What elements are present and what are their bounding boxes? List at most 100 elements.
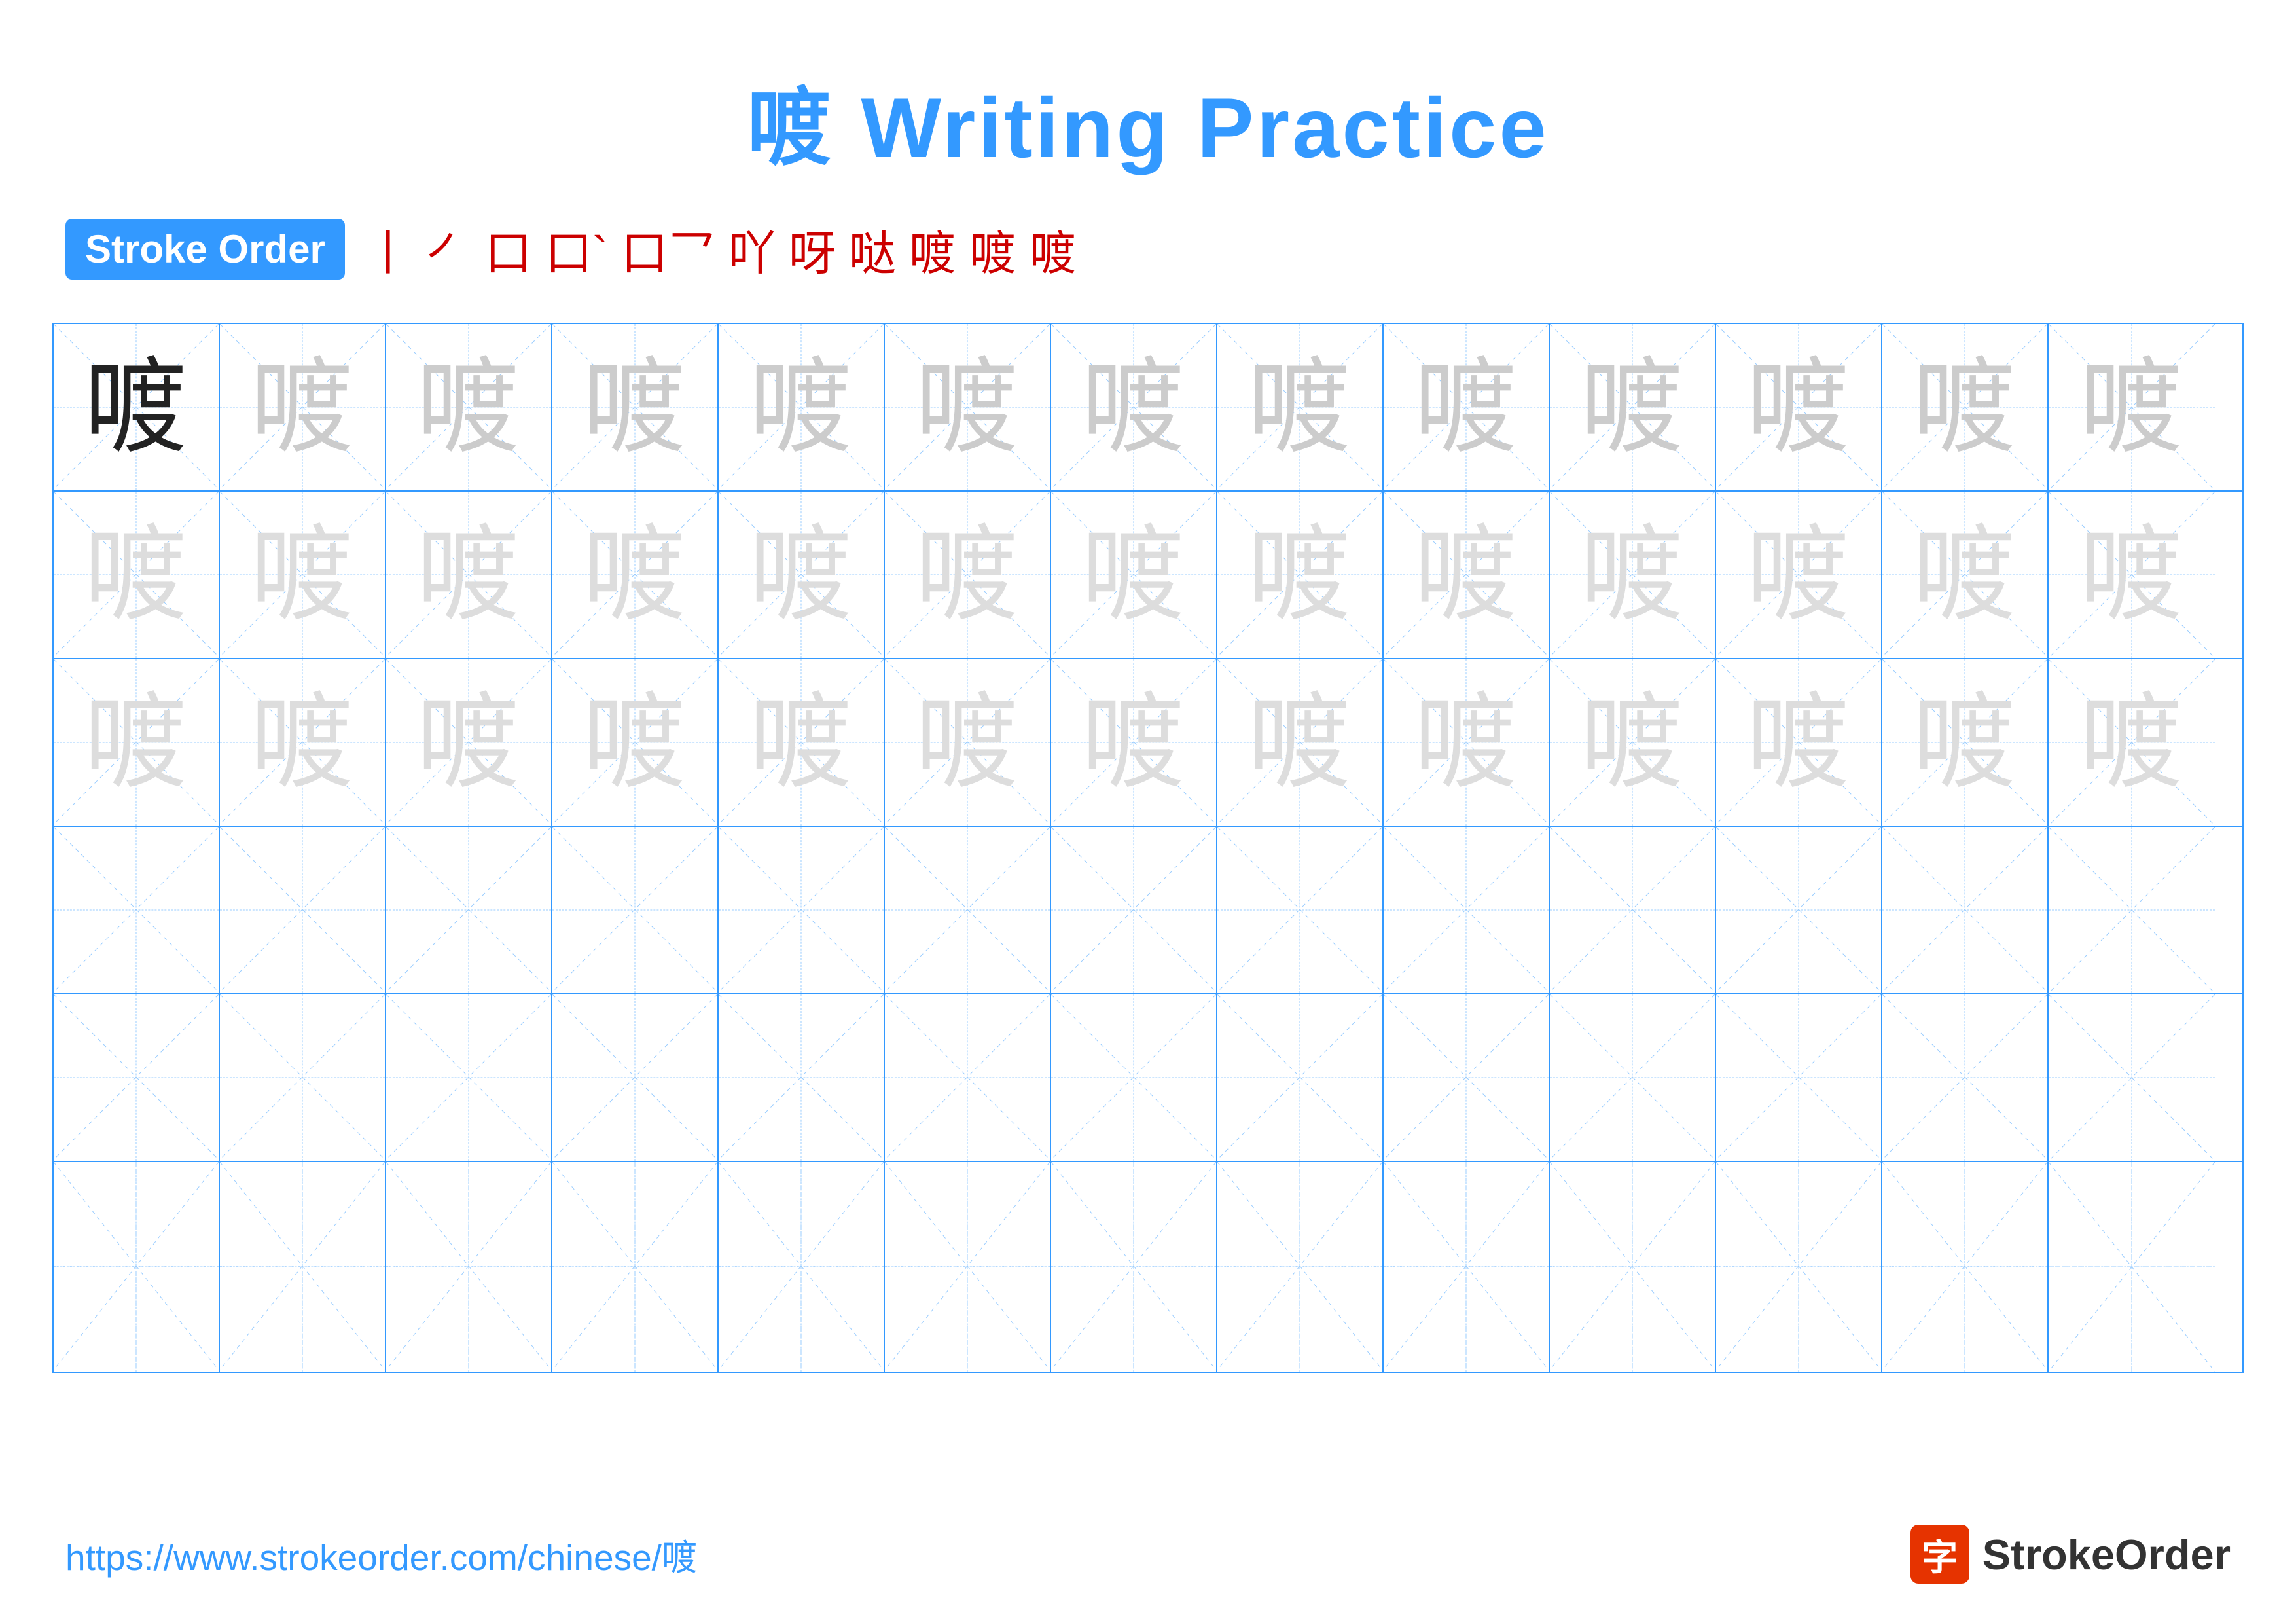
grid-row-6 — [54, 1162, 2242, 1372]
grid-cell-2-7: 喥 — [1051, 492, 1217, 658]
grid-cell-2-5: 喥 — [719, 492, 885, 658]
grid-cell-4-4 — [552, 827, 719, 993]
grid-cell-6-13 — [2049, 1162, 2215, 1372]
grid-cell-4-7 — [1051, 827, 1217, 993]
grid-cell-3-9: 喥 — [1384, 659, 1550, 826]
stroke-step-4: 口` — [545, 215, 608, 283]
grid-cell-4-9 — [1384, 827, 1550, 993]
grid-cell-5-8 — [1217, 994, 1384, 1161]
grid-cell-2-4: 喥 — [552, 492, 719, 658]
grid-cell-5-9 — [1384, 994, 1550, 1161]
stroke-step-5: 口乛 — [621, 215, 715, 283]
grid-cell-1-9: 喥 — [1384, 324, 1550, 490]
stroke-step-9: 喥 — [909, 215, 956, 283]
footer-logo: 字 StrokeOrder — [1910, 1525, 2231, 1584]
grid-cell-3-5: 喥 — [719, 659, 885, 826]
grid-row-1: 喥 喥 喥 喥 — [54, 324, 2242, 492]
grid-cell-2-13: 喥 — [2049, 492, 2215, 658]
grid-cell-4-13 — [2049, 827, 2215, 993]
grid-cell-6-8 — [1217, 1162, 1384, 1372]
grid-cell-6-1 — [54, 1162, 220, 1372]
footer-logo-icon: 字 — [1910, 1525, 1969, 1584]
char-model: 喥 — [84, 355, 188, 460]
grid-cell-4-2 — [220, 827, 386, 993]
stroke-step-8: 哒 — [849, 215, 896, 283]
grid-cell-4-10 — [1550, 827, 1716, 993]
grid-cell-2-6: 喥 — [885, 492, 1051, 658]
grid-cell-2-9: 喥 — [1384, 492, 1550, 658]
grid-cell-3-7: 喥 — [1051, 659, 1217, 826]
stroke-step-10: 喥 — [969, 215, 1016, 283]
stroke-step-11: 喥 — [1030, 215, 1077, 283]
grid-cell-5-4 — [552, 994, 719, 1161]
grid-cell-1-13: 喥 — [2049, 324, 2215, 490]
grid-cell-5-10 — [1550, 994, 1716, 1161]
grid-cell-1-3: 喥 — [386, 324, 552, 490]
stroke-step-2: ㇒ — [425, 215, 472, 283]
grid-cell-5-5 — [719, 994, 885, 1161]
stroke-step-3: 口 — [485, 215, 532, 283]
stroke-sequence: 丨 ㇒ 口 口` 口乛 吖 呀 哒 喥 喥 喥 — [365, 215, 1077, 283]
grid-cell-5-13 — [2049, 994, 2215, 1161]
grid-row-3: 喥 喥 喥 喥 — [54, 659, 2242, 827]
grid-cell-3-6: 喥 — [885, 659, 1051, 826]
stroke-order-row: Stroke Order 丨 ㇒ 口 口` 口乛 吖 呀 哒 喥 喥 喥 — [0, 182, 2296, 303]
grid-cell-3-12: 喥 — [1882, 659, 2049, 826]
grid-row-2: 喥 喥 喥 喥 — [54, 492, 2242, 659]
grid-cell-3-2: 喥 — [220, 659, 386, 826]
grid-cell-4-3 — [386, 827, 552, 993]
grid-cell-1-10: 喥 — [1550, 324, 1716, 490]
grid-cell-3-4: 喥 — [552, 659, 719, 826]
grid-cell-4-11 — [1716, 827, 1882, 993]
footer: https://www.strokeorder.com/chinese/喥 字 … — [65, 1525, 2231, 1584]
grid-cell-6-6 — [885, 1162, 1051, 1372]
grid-cell-2-8: 喥 — [1217, 492, 1384, 658]
grid-row-5 — [54, 994, 2242, 1162]
grid-cell-1-8: 喥 — [1217, 324, 1384, 490]
grid-cell-4-6 — [885, 827, 1051, 993]
footer-url: https://www.strokeorder.com/chinese/喥 — [65, 1528, 698, 1580]
grid-cell-6-11 — [1716, 1162, 1882, 1372]
grid-cell-1-2: 喥 — [220, 324, 386, 490]
grid-cell-6-10 — [1550, 1162, 1716, 1372]
grid-cell-1-5: 喥 — [719, 324, 885, 490]
grid-cell-3-13: 喥 — [2049, 659, 2215, 826]
grid-cell-5-3 — [386, 994, 552, 1161]
grid-cell-4-8 — [1217, 827, 1384, 993]
stroke-step-1: 丨 — [365, 215, 412, 283]
page-title: 喥 Writing Practice — [0, 0, 2296, 182]
grid-cell-3-11: 喥 — [1716, 659, 1882, 826]
practice-grid: 喥 喥 喥 喥 — [52, 323, 2244, 1373]
grid-cell-1-12: 喥 — [1882, 324, 2049, 490]
grid-cell-1-6: 喥 — [885, 324, 1051, 490]
grid-cell-5-11 — [1716, 994, 1882, 1161]
stroke-step-7: 呀 — [789, 215, 836, 283]
grid-cell-5-1 — [54, 994, 220, 1161]
grid-cell-5-2 — [220, 994, 386, 1161]
grid-cell-6-3 — [386, 1162, 552, 1372]
grid-cell-3-8: 喥 — [1217, 659, 1384, 826]
grid-cell-6-4 — [552, 1162, 719, 1372]
stroke-step-6: 吖 — [728, 215, 776, 283]
grid-cell-2-10: 喥 — [1550, 492, 1716, 658]
grid-cell-2-1: 喥 — [54, 492, 220, 658]
grid-cell-6-2 — [220, 1162, 386, 1372]
grid-cell-4-5 — [719, 827, 885, 993]
grid-cell-6-9 — [1384, 1162, 1550, 1372]
grid-cell-6-5 — [719, 1162, 885, 1372]
grid-cell-2-3: 喥 — [386, 492, 552, 658]
grid-cell-1-7: 喥 — [1051, 324, 1217, 490]
grid-cell-3-10: 喥 — [1550, 659, 1716, 826]
grid-cell-6-12 — [1882, 1162, 2049, 1372]
grid-cell-3-3: 喥 — [386, 659, 552, 826]
grid-cell-2-2: 喥 — [220, 492, 386, 658]
grid-cell-1-1: 喥 — [54, 324, 220, 490]
grid-cell-2-11: 喥 — [1716, 492, 1882, 658]
grid-cell-5-6 — [885, 994, 1051, 1161]
stroke-order-badge: Stroke Order — [65, 219, 345, 280]
grid-row-4 — [54, 827, 2242, 994]
grid-cell-6-7 — [1051, 1162, 1217, 1372]
grid-cell-4-1 — [54, 827, 220, 993]
footer-logo-text: StrokeOrder — [1982, 1530, 2231, 1579]
grid-cell-3-1: 喥 — [54, 659, 220, 826]
